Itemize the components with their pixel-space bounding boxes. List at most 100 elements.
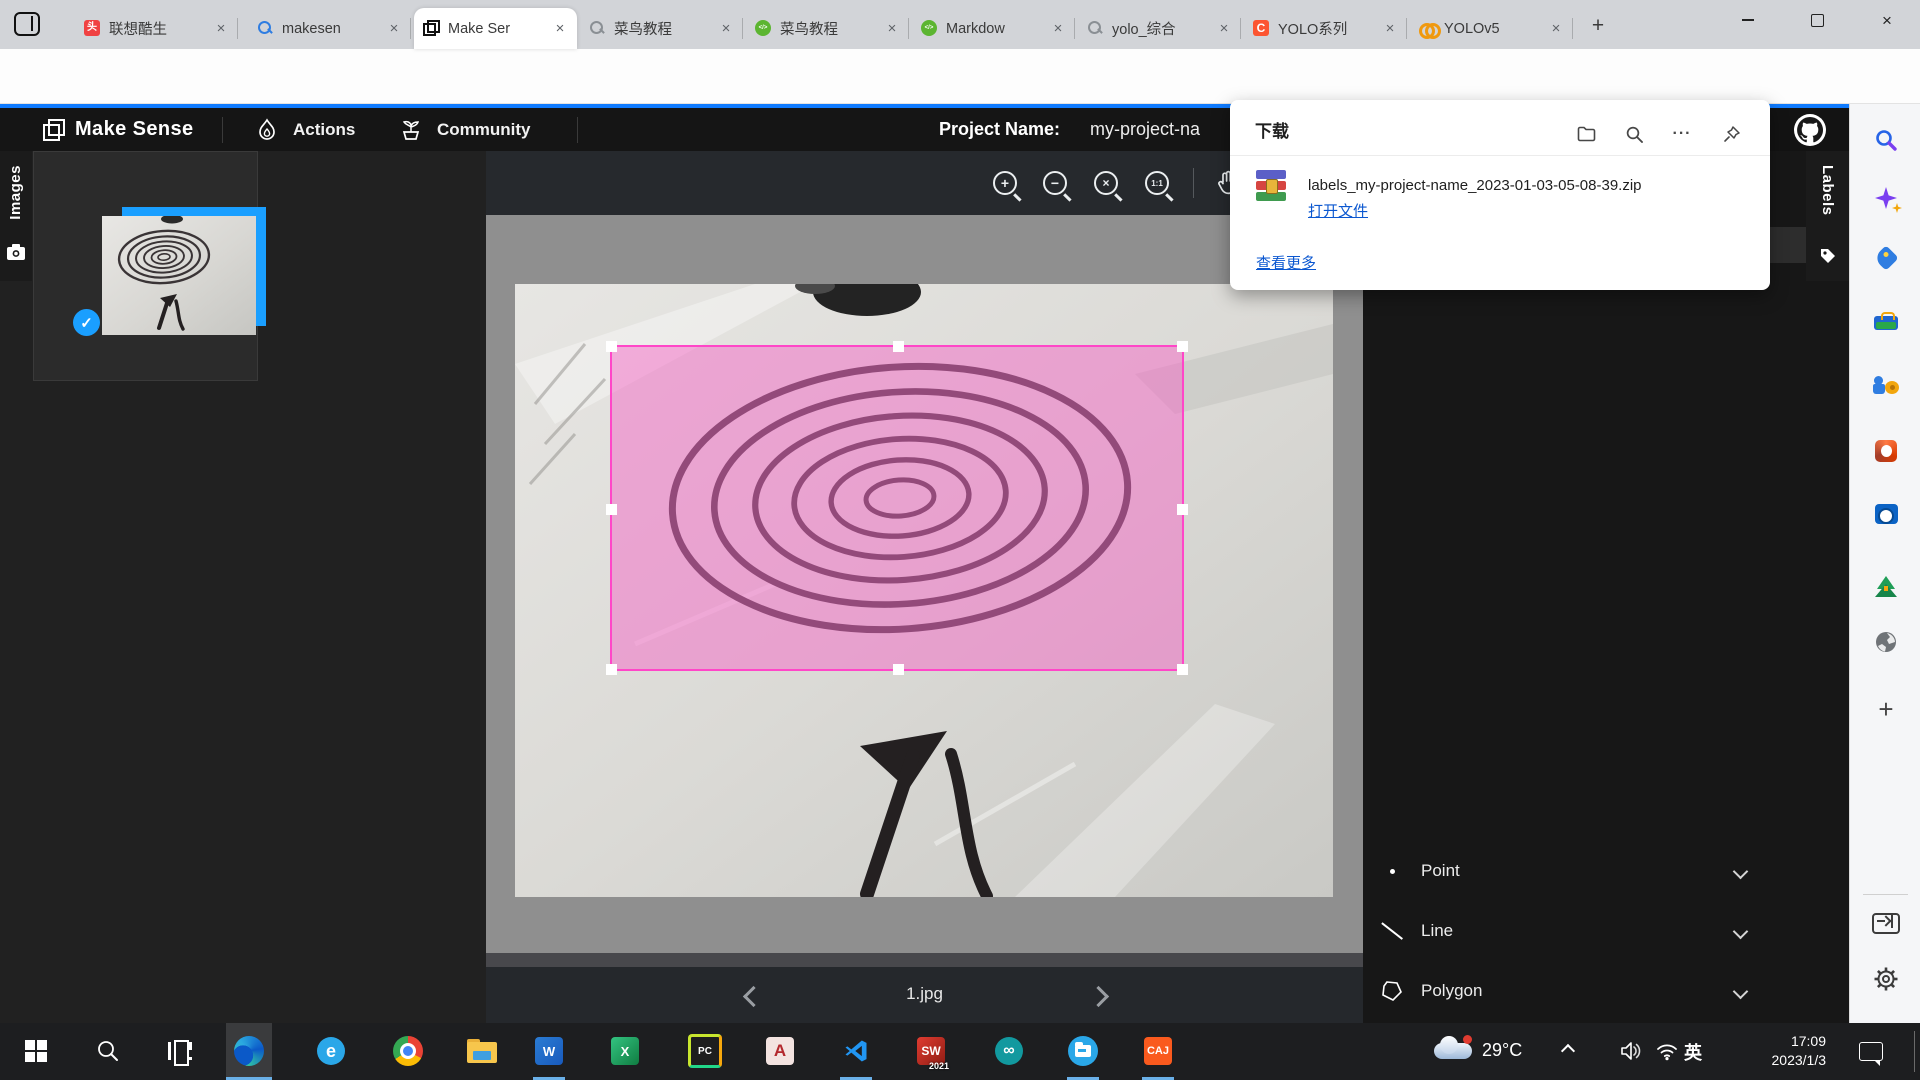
tray-expand-button[interactable] (1545, 1028, 1591, 1074)
sidebar-games-button[interactable] (1869, 369, 1903, 403)
taskbar-autocad-button[interactable]: A (757, 1028, 803, 1074)
pycharm-icon: PC (688, 1034, 722, 1068)
tool-label: Polygon (1421, 981, 1482, 1001)
search-downloads-button[interactable] (1618, 120, 1650, 148)
tab-close-icon[interactable]: × (1216, 21, 1232, 37)
nav-community[interactable]: Community (437, 120, 531, 140)
resize-handle[interactable] (606, 341, 617, 352)
resize-handle[interactable] (1177, 341, 1188, 352)
start-button[interactable] (13, 1028, 59, 1074)
windows-taskbar: e W X PC A SW 2021 ∞ (0, 1023, 1920, 1080)
see-more-link[interactable]: 查看更多 (1256, 252, 1316, 273)
taskbar-edge-button[interactable] (226, 1028, 272, 1074)
taskbar-word-button[interactable]: W (526, 1028, 572, 1074)
window-close-button[interactable]: × (1864, 0, 1910, 40)
taskbar-caj-button[interactable]: CAJ (1135, 1028, 1181, 1074)
sidebar-search-button[interactable] (1869, 123, 1903, 157)
sidebar-browser-essentials-button[interactable] (1869, 625, 1903, 659)
taskbar-arduino-button[interactable]: ∞ (986, 1028, 1032, 1074)
project-name-value[interactable]: my-project-na (1090, 119, 1240, 140)
browser-tab[interactable]: </> 菜鸟教程 × (746, 8, 909, 49)
sidebar-customize-button[interactable]: + (1869, 692, 1903, 726)
window-minimize-button[interactable] (1725, 0, 1771, 40)
speaker-icon (1620, 1041, 1642, 1061)
fit-to-window-button[interactable]: × (1087, 165, 1125, 201)
sidebar-open-panel-button[interactable] (1869, 906, 1903, 940)
taskbar-pycharm-button[interactable]: PC (682, 1028, 728, 1074)
resize-handle[interactable] (893, 664, 904, 675)
chevron-down-icon[interactable] (1733, 863, 1749, 879)
tool-label: Point (1421, 861, 1460, 881)
downloads-more-options-button[interactable]: ··· (1666, 120, 1698, 148)
zoom-out-button[interactable]: − (1036, 165, 1074, 201)
tab-close-icon[interactable]: × (718, 21, 734, 37)
taskbar-ebrowser-button[interactable]: e (308, 1028, 354, 1074)
tab-workspaces-icon[interactable] (14, 12, 40, 36)
taskbar-chrome-button[interactable] (385, 1028, 431, 1074)
sidebar-tree-button[interactable] (1869, 562, 1903, 596)
browser-tab[interactable]: yolo_综合 × (1078, 8, 1241, 49)
nav-actions[interactable]: Actions (293, 120, 355, 140)
labels-tab[interactable]: Labels (1806, 151, 1849, 281)
tool-row-line[interactable]: Line (1363, 901, 1806, 961)
github-link[interactable] (1770, 108, 1849, 151)
clock-button[interactable]: 17:09 2023/1/3 (1722, 1032, 1826, 1070)
resize-handle[interactable] (606, 504, 617, 515)
open-downloads-folder-button[interactable] (1570, 120, 1602, 148)
tool-row-polygon[interactable]: Polygon (1363, 961, 1806, 1021)
taskbar-filetransfer-button[interactable] (1060, 1028, 1106, 1074)
browser-tab[interactable]: 菜鸟教程 × (580, 8, 743, 49)
actual-size-button[interactable]: 1:1 (1138, 165, 1176, 201)
bounding-box-annotation[interactable] (610, 345, 1184, 671)
tab-close-icon[interactable]: × (386, 21, 402, 37)
sidebar-outlook-button[interactable] (1869, 497, 1903, 531)
open-file-link[interactable]: 打开文件 (1308, 200, 1368, 221)
sidebar-copilot-button[interactable] (1869, 181, 1903, 215)
browser-tab[interactable]: makesen × (248, 8, 411, 49)
tab-close-icon[interactable]: × (1382, 21, 1398, 37)
taskbar-vscode-button[interactable] (833, 1028, 879, 1074)
horizontal-scrollbar[interactable] (486, 953, 1363, 967)
chevron-down-icon[interactable] (1733, 923, 1749, 939)
taskbar-excel-button[interactable]: X (602, 1028, 648, 1074)
taskbar-solidworks-button[interactable]: SW 2021 (908, 1028, 954, 1074)
action-center-button[interactable] (1848, 1028, 1894, 1074)
resize-handle[interactable] (893, 341, 904, 352)
taskbar-file-explorer-button[interactable] (459, 1028, 505, 1074)
weather-temp[interactable]: 29°C (1482, 1040, 1522, 1061)
tab-close-icon[interactable]: × (884, 21, 900, 37)
resize-handle[interactable] (1177, 504, 1188, 515)
tab-title: YOLOv5 (1444, 21, 1540, 37)
browser-tab[interactable]: </> Markdow × (912, 8, 1075, 49)
sidebar-toolbox-button[interactable] (1869, 304, 1903, 338)
browser-tab-active[interactable]: Make Ser × (414, 8, 577, 49)
sidebar-office-button[interactable] (1869, 434, 1903, 468)
images-tab[interactable]: Images (0, 151, 32, 281)
zoom-in-button[interactable]: + (986, 165, 1024, 201)
input-language-button[interactable]: 英 (1684, 1039, 1702, 1065)
resize-handle[interactable] (606, 664, 617, 675)
tab-close-icon[interactable]: × (1548, 21, 1564, 37)
image-selected-check[interactable]: ✓ (73, 309, 100, 336)
chevron-down-icon[interactable] (1733, 983, 1749, 999)
tab-close-icon[interactable]: × (213, 21, 229, 37)
weather-button[interactable] (1432, 1035, 1474, 1061)
pin-downloads-button[interactable] (1716, 120, 1748, 148)
browser-tab[interactable]: 头 联想酷生 × (75, 8, 238, 49)
task-view-button[interactable] (157, 1028, 203, 1074)
browser-tab[interactable]: C YOLO系列 × (1244, 8, 1407, 49)
search-icon (1626, 126, 1643, 143)
next-image-button[interactable] (1091, 989, 1106, 1009)
taskbar-search-button[interactable] (85, 1028, 131, 1074)
window-maximize-button[interactable] (1794, 0, 1840, 40)
browser-tab[interactable]: YOLOv5 × (1410, 8, 1573, 49)
sidebar-shopping-button[interactable] (1869, 241, 1903, 275)
downloaded-file-name[interactable]: labels_my-project-name_2023-01-03-05-08-… (1308, 177, 1642, 194)
tool-row-point[interactable]: Point (1363, 841, 1806, 901)
tab-close-icon[interactable]: × (1050, 21, 1066, 37)
resize-handle[interactable] (1177, 664, 1188, 675)
tab-close-icon[interactable]: × (552, 21, 568, 37)
image-thumbnail[interactable] (102, 216, 256, 335)
sidebar-settings-button[interactable] (1869, 962, 1903, 996)
new-tab-button[interactable]: + (1583, 12, 1613, 40)
